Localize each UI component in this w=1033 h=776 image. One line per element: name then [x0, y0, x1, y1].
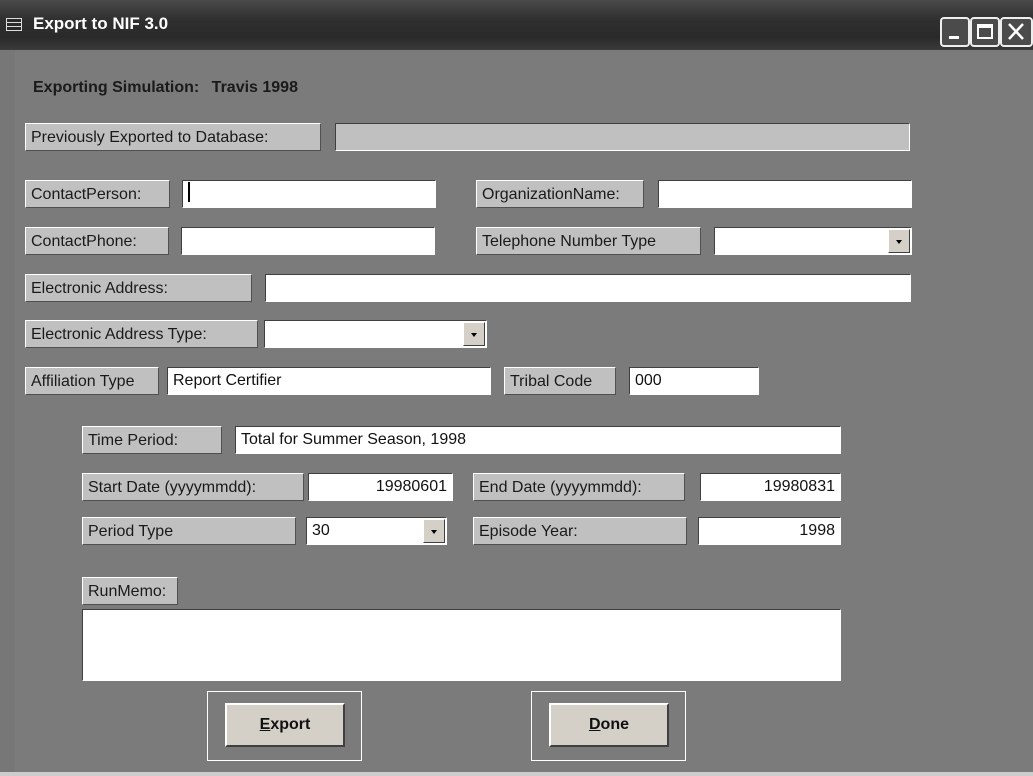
simulation-name: Travis 1998 [211, 79, 298, 96]
contact-phone-label: ContactPhone: [25, 227, 169, 255]
chevron-down-icon[interactable] [423, 519, 445, 543]
title-bar[interactable]: Export to NIF 3.0 [0, 0, 1033, 50]
electronic-address-type-label: Electronic Address Type: [25, 320, 258, 348]
previously-exported-field [335, 123, 910, 151]
electronic-address-type-select[interactable] [264, 320, 487, 348]
text-cursor [188, 182, 190, 203]
maximize-icon [977, 24, 993, 39]
contact-phone-input[interactable] [181, 227, 435, 255]
close-button[interactable] [1000, 17, 1033, 47]
start-date-label: Start Date (yyyymmdd): [82, 473, 304, 501]
done-button-frame: Done [531, 691, 686, 761]
telephone-type-select[interactable] [714, 227, 912, 255]
affiliation-type-label: Affiliation Type [25, 367, 159, 395]
end-date-input[interactable]: 19980831 [700, 473, 841, 501]
done-accelerator: D [588, 716, 601, 733]
window-title: Export to NIF 3.0 [33, 14, 169, 33]
heading-label: Exporting Simulation: [33, 79, 200, 96]
episode-year-input[interactable]: 1998 [698, 517, 841, 545]
previously-exported-label: Previously Exported to Database: [25, 123, 321, 151]
export-heading: Exporting Simulation: Travis 1998 [33, 79, 306, 97]
run-memo-textarea[interactable] [82, 609, 841, 681]
minimize-icon [949, 36, 959, 39]
maximize-button[interactable] [970, 17, 1000, 47]
organization-name-label: OrganizationName: [476, 180, 644, 208]
telephone-type-label: Telephone Number Type [476, 227, 701, 255]
export-button[interactable]: Export [225, 703, 345, 747]
contact-person-label: ContactPerson: [25, 180, 170, 208]
chevron-down-icon[interactable] [888, 229, 910, 253]
period-type-label: Period Type [82, 517, 296, 545]
export-accelerator: E [259, 716, 271, 733]
period-type-select[interactable]: 30 [306, 517, 447, 545]
episode-year-label: Episode Year: [473, 517, 687, 545]
end-date-label: End Date (yyyymmdd): [473, 473, 685, 501]
done-button[interactable]: Done [549, 703, 669, 747]
window-bottom-edge [0, 772, 1033, 776]
time-period-input[interactable]: Total for Summer Season, 1998 [235, 426, 841, 454]
electronic-address-input[interactable] [265, 274, 911, 302]
electronic-address-label: Electronic Address: [25, 274, 252, 302]
period-type-value: 30 [312, 522, 330, 539]
start-date-input[interactable]: 19980601 [308, 473, 453, 501]
run-memo-label: RunMemo: [82, 577, 178, 605]
close-icon [1008, 23, 1024, 40]
form-icon[interactable] [6, 18, 22, 31]
form-body: Exporting Simulation: Travis 1998 Previo… [15, 50, 1033, 776]
contact-person-input[interactable] [182, 180, 436, 208]
export-window: Export to NIF 3.0 Exporting Simulation: … [0, 0, 1033, 776]
minimize-button[interactable] [940, 17, 970, 47]
done-label-rest: one [600, 716, 629, 733]
export-button-frame: Export [207, 691, 362, 761]
organization-name-input[interactable] [658, 180, 912, 208]
chevron-down-icon[interactable] [463, 322, 485, 346]
export-label-rest: xport [270, 716, 311, 733]
time-period-label: Time Period: [82, 426, 222, 454]
affiliation-type-input[interactable]: Report Certifier [167, 367, 491, 395]
tribal-code-label: Tribal Code [504, 367, 616, 395]
tribal-code-input[interactable]: 000 [629, 367, 759, 395]
